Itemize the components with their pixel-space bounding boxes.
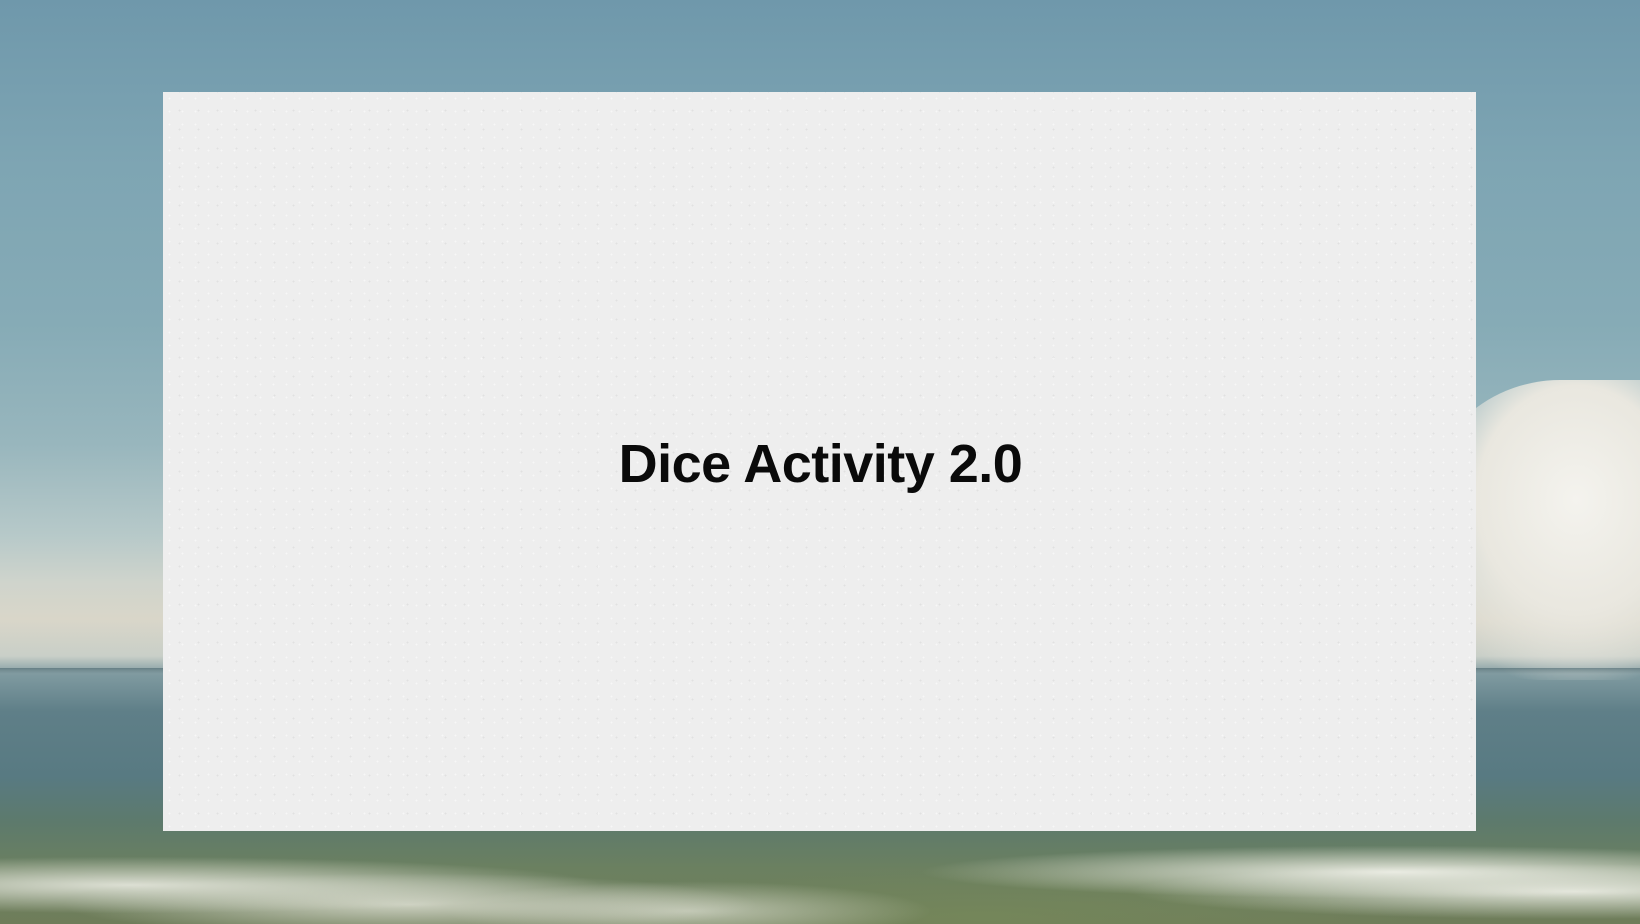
title-card: Dice Activity 2.0 xyxy=(163,92,1476,831)
slide-background-photo: Dice Activity 2.0 xyxy=(0,0,1640,924)
slide-title: Dice Activity 2.0 xyxy=(618,433,1023,494)
